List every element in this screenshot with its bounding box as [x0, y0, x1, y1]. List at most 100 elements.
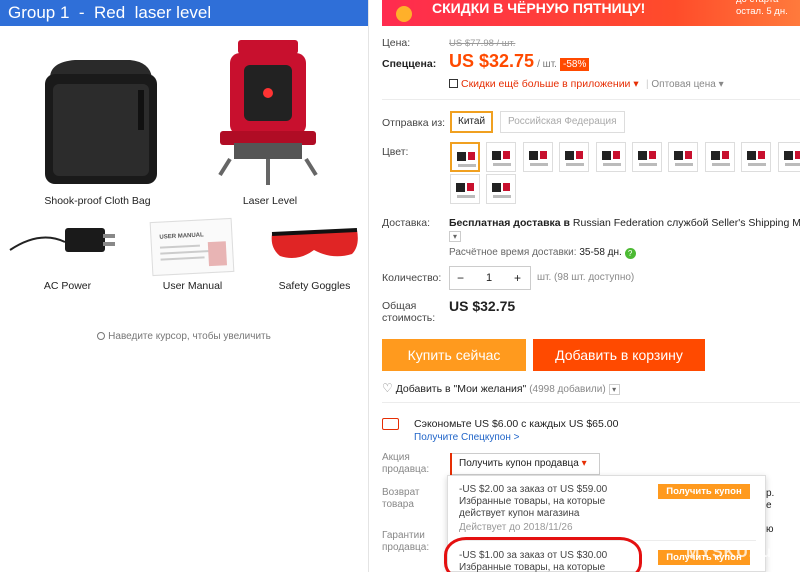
price-label: Цена: — [382, 37, 411, 49]
color-swatch[interactable] — [741, 142, 772, 172]
plus-button[interactable]: + — [514, 271, 521, 285]
stock-note: шт. (98 шт. доступно) — [537, 272, 635, 283]
get-coupon-button[interactable]: Получить купон — [658, 484, 750, 499]
discount-badge: -58% — [560, 58, 590, 71]
heart-icon: ♡ — [382, 381, 393, 395]
bag-image — [45, 60, 157, 184]
chevron-down-icon: ▾ — [581, 458, 587, 469]
color-swatch[interactable] — [486, 174, 517, 204]
color-swatch[interactable] — [486, 142, 517, 172]
kit-label-bag: Shook-proof Cloth Bag — [44, 195, 151, 207]
old-price: US $77.98 / шт. — [449, 38, 516, 49]
color-label: Цвет: — [382, 146, 409, 158]
kit-label-goggles: Safety Goggles — [278, 280, 351, 292]
kit-label-manual: User Manual — [162, 280, 223, 292]
chevron-down-icon: ▾ — [718, 79, 724, 90]
app-deal-text: Скидки ещё больше в приложении — [461, 78, 631, 90]
coupon-valid-until: Действует до 2018/11/26 — [459, 522, 573, 533]
wholesale-price-link[interactable]: | Оптовая цена ▾ — [646, 79, 724, 90]
coupon-amount: -US $2.00 за заказ от US $59.00 — [459, 484, 608, 495]
black-friday-banner[interactable]: СКИДКИ В ЧЁРНУЮ ПЯТНИЦУ! до старта остал… — [382, 0, 800, 26]
manual-header: USER MANUAL — [159, 232, 204, 241]
kit-item-power: AC Power — [5, 220, 130, 300]
quantity-input[interactable]: 1 — [486, 272, 492, 284]
get-coupon-link[interactable]: Получите Спецкупон > — [414, 432, 520, 443]
price-unit: / шт. — [537, 59, 557, 70]
wishlist-count: (4998 добавили) — [529, 384, 606, 395]
product-info: СКИДКИ В ЧЁРНУЮ ПЯТНИЦУ! до старта остал… — [369, 0, 800, 572]
color-swatch[interactable] — [704, 142, 735, 172]
delivery-expand-icon[interactable]: ▾ — [449, 231, 461, 242]
obscured-text: ю — [766, 524, 774, 535]
coupon-icon — [382, 418, 399, 430]
guarantee-label: Гарантии продавца: — [382, 530, 430, 553]
chevron-down-icon: ▾ — [630, 78, 639, 90]
wishlist-row[interactable]: ♡ Добавить в "Мои желания" (4998 добавил… — [382, 381, 620, 395]
current-price: US $32.75 — [449, 51, 535, 71]
product-image[interactable]: Group 1 - Red laser level Shook-proof Cl… — [0, 0, 368, 572]
eta-label: Расчётное время доставки: — [449, 247, 577, 258]
obscured-text: е — [766, 500, 772, 511]
wholesale-text: Оптовая цена — [651, 79, 716, 90]
app-deal-link[interactable]: Скидки ещё больше в приложении ▾ — [449, 78, 639, 90]
delivery-eta: Расчётное время доставки: 35-58 дн. ? — [449, 247, 636, 259]
ac-adapter-image — [9, 228, 115, 252]
laser-level-image — [218, 40, 318, 185]
color-swatch[interactable] — [632, 142, 662, 172]
minus-button[interactable]: − — [457, 271, 464, 285]
color-swatch[interactable] — [668, 142, 699, 172]
magnifier-icon — [97, 332, 106, 340]
delivery-label: Доставка: — [382, 217, 431, 229]
ship-from-label: Отправка из: — [382, 117, 446, 129]
red-highlight-circle — [444, 537, 642, 572]
promo-badge-icon — [396, 6, 412, 22]
chevron-down-icon[interactable]: ▾ — [608, 384, 620, 395]
zoom-hint: Наведите курсор, чтобы увеличить — [0, 331, 368, 342]
coupon-save-text: Сэкономьте US $6.00 с каждых US $65.00 — [414, 418, 619, 430]
current-price-row: US $32.75 / шт. -58% — [449, 51, 590, 72]
kit-item-manual: USER MANUAL User Manual — [135, 217, 250, 300]
wishlist-text: Добавить в "Мои желания" — [395, 383, 527, 395]
add-to-cart-button[interactable]: Добавить в корзину — [533, 339, 705, 371]
color-swatch[interactable] — [450, 174, 480, 204]
promo-text: СКИДКИ В ЧЁРНУЮ ПЯТНИЦУ! — [432, 0, 646, 16]
seller-coupon-dropdown-text: Получить купон продавца — [459, 458, 579, 469]
ship-from-russia[interactable]: Российская Федерация — [500, 111, 625, 133]
quantity-stepper: − 1 + — [449, 266, 531, 290]
goggles-image — [271, 228, 358, 258]
watermark: MYSKU.ru — [686, 544, 773, 561]
divider — [382, 402, 800, 403]
kit-item-bag: Shook-proof Cloth Bag — [20, 50, 175, 210]
divider — [382, 99, 800, 100]
color-swatch[interactable] — [522, 142, 553, 172]
help-icon[interactable]: ? — [624, 248, 636, 259]
color-swatch[interactable] — [450, 142, 480, 172]
promo-countdown: до старта остал. 5 дн. — [736, 0, 788, 17]
return-label: Возврат товара — [382, 487, 420, 510]
color-swatch[interactable] — [595, 142, 626, 172]
obscured-text: р. — [766, 488, 775, 499]
buy-now-button[interactable]: Купить сейчас — [382, 339, 526, 371]
color-swatch[interactable] — [559, 142, 590, 172]
delivery-free: Бесплатная доставка в — [449, 217, 570, 229]
eta-value: 35-58 дн. — [579, 247, 622, 258]
ship-from-china[interactable]: Китай — [450, 111, 494, 133]
color-swatch[interactable] — [777, 142, 800, 172]
special-price-label: Спеццена: — [382, 58, 437, 70]
delivery-info: Бесплатная доставка в Russian Federation… — [449, 217, 800, 229]
kit-item-goggles: Safety Goggles — [262, 220, 367, 300]
kit-label-laser: Laser Level — [242, 195, 298, 207]
image-banner: Group 1 - Red laser level — [0, 0, 368, 26]
seller-coupon-dropdown[interactable]: Получить купон продавца ▾ — [450, 453, 600, 475]
kit-item-laser: Laser Level — [190, 35, 350, 210]
coupon-description: Избранные товары, на которые действует к… — [459, 496, 606, 519]
qr-code-icon — [449, 79, 458, 88]
delivery-service: Russian Federation службой Seller's Ship… — [572, 217, 800, 229]
total-label: Общая стоимость: — [382, 300, 436, 324]
seller-promo-label: Акция продавца: — [382, 452, 430, 475]
zoom-hint-text: Наведите курсор, чтобы увеличить — [108, 331, 271, 342]
manual-image: USER MANUAL — [149, 217, 235, 277]
quantity-label: Количество: — [382, 272, 442, 284]
kit-label-power: AC Power — [43, 280, 92, 292]
total-price: US $32.75 — [449, 298, 516, 314]
